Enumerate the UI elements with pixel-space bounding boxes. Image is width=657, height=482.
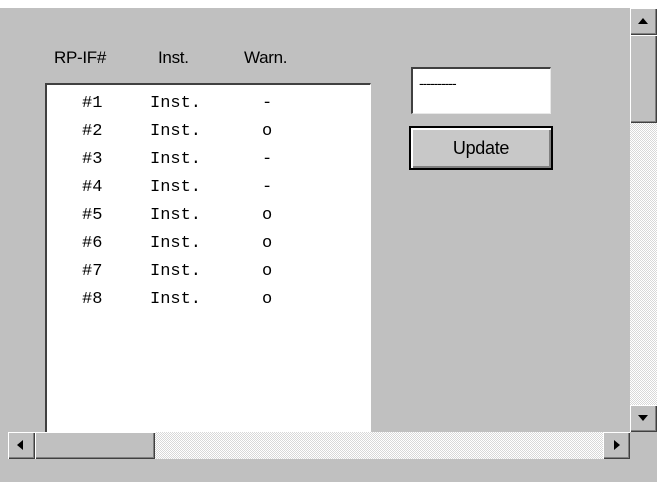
arrow-left-icon: [17, 440, 23, 450]
list-item-id: #2: [82, 122, 103, 141]
list-item-warn: -: [262, 178, 273, 197]
list-item[interactable]: #5 Inst. o: [47, 202, 370, 230]
list-item-id: #8: [82, 290, 103, 309]
bottom-strip: [0, 459, 657, 482]
list-item[interactable]: #6 Inst. o: [47, 230, 370, 258]
list-item-inst: Inst.: [150, 206, 202, 225]
scroll-right-button[interactable]: [603, 432, 630, 459]
horizontal-scrollbar[interactable]: [8, 432, 630, 459]
vertical-scrollbar[interactable]: [630, 8, 657, 432]
arrow-down-icon: [638, 415, 648, 421]
list-item-warn: o: [262, 234, 273, 253]
interface-list[interactable]: #1 Inst. - #2 Inst. o #3 Inst. - #4 Inst…: [45, 83, 371, 433]
scroll-left-button[interactable]: [8, 432, 35, 459]
list-item-inst: Inst.: [150, 290, 202, 309]
list-item[interactable]: #7 Inst. o: [47, 258, 370, 286]
arrow-right-icon: [614, 440, 620, 450]
list-item[interactable]: #8 Inst. o: [47, 286, 370, 314]
list-item-warn: -: [262, 94, 273, 113]
list-item-warn: o: [262, 206, 273, 225]
column-header-warn: Warn.: [244, 48, 288, 67]
arrow-up-icon: [638, 18, 648, 24]
list-item-inst: Inst.: [150, 234, 202, 253]
list-item-inst: Inst.: [150, 178, 202, 197]
list-item-id: #7: [82, 262, 103, 281]
list-item[interactable]: #4 Inst. -: [47, 174, 370, 202]
list-item-id: #3: [82, 150, 103, 169]
column-header-id: RP-IF#: [54, 48, 107, 67]
list-item[interactable]: #3 Inst. -: [47, 146, 370, 174]
update-button[interactable]: Update: [409, 126, 553, 170]
horizontal-scroll-thumb[interactable]: [35, 432, 155, 459]
list-item-warn: o: [262, 290, 273, 309]
scroll-up-button[interactable]: [630, 8, 657, 35]
list-item-warn: -: [262, 150, 273, 169]
list-item-inst: Inst.: [150, 262, 202, 281]
scrollbar-corner: [630, 432, 657, 459]
list-item[interactable]: #1 Inst. -: [47, 90, 370, 118]
list-item-id: #6: [82, 234, 103, 253]
list-item[interactable]: #2 Inst. o: [47, 118, 370, 146]
scroll-down-button[interactable]: [630, 405, 657, 432]
column-header-inst: Inst.: [158, 48, 189, 67]
top-strip: [0, 0, 657, 8]
list-item-id: #5: [82, 206, 103, 225]
list-item-id: #1: [82, 94, 103, 113]
list-item-id: #4: [82, 178, 103, 197]
status-field[interactable]: ----------: [411, 67, 551, 114]
window: RP-IF# Inst. Warn. #1 Inst. - #2 Inst. o…: [0, 0, 657, 482]
left-strip: [0, 432, 8, 459]
vertical-scroll-thumb[interactable]: [630, 35, 657, 123]
list-item-warn: o: [262, 122, 273, 141]
list-item-warn: o: [262, 262, 273, 281]
list-item-inst: Inst.: [150, 122, 202, 141]
list-item-inst: Inst.: [150, 150, 202, 169]
list-item-inst: Inst.: [150, 94, 202, 113]
